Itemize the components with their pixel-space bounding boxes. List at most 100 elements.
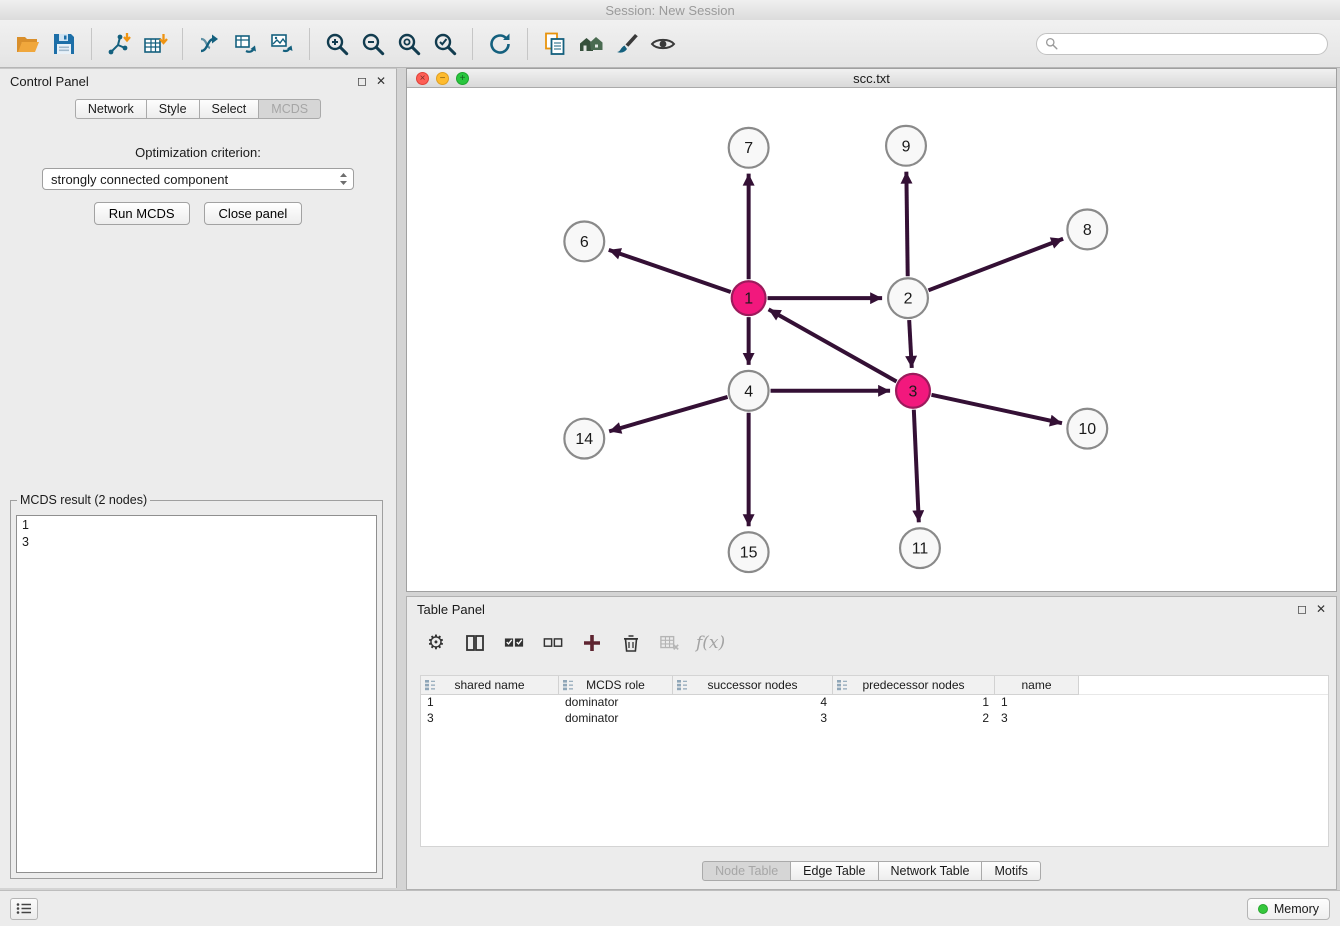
window-titlebar: Session: New Session (0, 0, 1340, 20)
column-header-shared-name[interactable]: shared name (421, 676, 559, 695)
column-header-name[interactable]: name (995, 676, 1079, 695)
graph-node-6[interactable]: 6 (564, 221, 604, 261)
float-panel-icon[interactable]: ◻ (357, 75, 367, 87)
table-header-filler (1079, 676, 1328, 695)
table-cell[interactable]: 4 (673, 695, 833, 711)
toolbar-separator (472, 28, 473, 60)
control-panel-tabs: Network Style Select MCDS (0, 99, 396, 119)
deselect-all-icon[interactable] (540, 630, 566, 656)
toolbar-separator (182, 28, 183, 60)
graph-node-7[interactable]: 7 (729, 128, 769, 168)
window-zoom-icon[interactable]: + (456, 72, 469, 85)
tab-mcds[interactable]: MCDS (258, 99, 321, 119)
close-table-panel-icon[interactable]: ✕ (1316, 603, 1326, 615)
column-header-mcds-role[interactable]: MCDS role (559, 676, 673, 695)
table-row[interactable]: 3dominator323 (421, 711, 1328, 727)
control-panel: Control Panel ◻ ✕ Network Style Select M… (0, 68, 397, 888)
copy-document-icon[interactable] (537, 25, 573, 63)
table-panel: Table Panel ◻ ✕ ⚙ f(x) shar (406, 596, 1337, 890)
graph-edge-4-14[interactable] (609, 397, 727, 431)
tab-style[interactable]: Style (146, 99, 200, 119)
refresh-icon[interactable] (482, 25, 518, 63)
apply-style-icon[interactable] (609, 25, 645, 63)
new-network-from-selection-icon[interactable] (192, 25, 228, 63)
delete-column-icon[interactable] (657, 630, 683, 656)
home-icon[interactable] (573, 25, 609, 63)
save-session-icon[interactable] (46, 25, 82, 63)
column-type-icon (424, 679, 436, 691)
memory-button[interactable]: Memory (1247, 898, 1330, 920)
table-cell[interactable]: 1 (833, 695, 995, 711)
tab-select[interactable]: Select (199, 99, 260, 119)
tab-network[interactable]: Network (75, 99, 147, 119)
add-row-icon[interactable] (579, 630, 605, 656)
network-canvas[interactable]: 7 9 6 8 1 2 4 3 14 10 15 11 (407, 89, 1336, 591)
export-table-icon[interactable] (228, 25, 264, 63)
graph-edge-3-10[interactable] (931, 395, 1062, 423)
import-network-icon[interactable] (101, 25, 137, 63)
graph-node-2[interactable]: 2 (888, 278, 928, 318)
function-builder-icon[interactable]: f(x) (696, 630, 725, 656)
table-cell[interactable]: 3 (673, 711, 833, 727)
column-header-predecessor-nodes[interactable]: predecessor nodes (833, 676, 995, 695)
tab-network-table[interactable]: Network Table (878, 861, 983, 881)
close-panel-button[interactable]: Close panel (204, 202, 303, 225)
table-cell[interactable]: 1 (421, 695, 559, 711)
graph-node-8[interactable]: 8 (1067, 210, 1107, 250)
table-cell[interactable]: 2 (833, 711, 995, 727)
graph-node-4[interactable]: 4 (729, 371, 769, 411)
column-type-icon (836, 679, 848, 691)
search-field[interactable] (1036, 33, 1328, 55)
table-cell[interactable]: dominator (559, 711, 673, 727)
graph-edge-1-6[interactable] (609, 250, 731, 292)
tab-node-table[interactable]: Node Table (702, 861, 791, 881)
toolbar-separator (91, 28, 92, 60)
zoom-fit-icon[interactable] (391, 25, 427, 63)
export-image-icon[interactable] (264, 25, 300, 63)
graph-edge-3-1[interactable] (769, 309, 897, 381)
select-all-icon[interactable] (501, 630, 527, 656)
graph-edge-2-3[interactable] (909, 320, 912, 368)
search-input[interactable] (1063, 37, 1319, 51)
criterion-dropdown[interactable]: strongly connected component (42, 168, 354, 190)
graph-edge-2-9[interactable] (906, 172, 907, 277)
graph-node-10[interactable]: 10 (1067, 409, 1107, 449)
import-table-icon[interactable] (137, 25, 173, 63)
dropdown-arrows-icon (338, 171, 349, 187)
graph-edge-3-11[interactable] (914, 410, 919, 523)
tab-motifs[interactable]: Motifs (981, 861, 1040, 881)
eye-icon[interactable] (645, 25, 681, 63)
table-cell[interactable]: 3 (421, 711, 559, 727)
zoom-selected-icon[interactable] (427, 25, 463, 63)
graph-node-9[interactable]: 9 (886, 126, 926, 166)
show-columns-icon[interactable] (462, 630, 488, 656)
graph-node-15[interactable]: 15 (729, 532, 769, 572)
svg-text:1: 1 (744, 291, 753, 308)
float-table-panel-icon[interactable]: ◻ (1297, 603, 1307, 615)
window-close-icon[interactable]: × (416, 72, 429, 85)
window-minimize-icon[interactable]: − (436, 72, 449, 85)
table-cell[interactable]: dominator (559, 695, 673, 711)
delete-row-icon[interactable] (618, 630, 644, 656)
graph-node-11[interactable]: 11 (900, 528, 940, 568)
svg-text:14: 14 (575, 431, 593, 448)
table-row[interactable]: 1dominator411 (421, 695, 1328, 711)
network-window-title: scc.txt (853, 71, 890, 86)
column-header-successor-nodes[interactable]: successor nodes (673, 676, 833, 695)
task-history-button[interactable] (10, 898, 38, 920)
graph-node-3[interactable]: 3 (896, 374, 930, 408)
graph-node-1[interactable]: 1 (732, 281, 766, 315)
table-settings-icon[interactable]: ⚙ (423, 630, 449, 656)
graph-edge-2-8[interactable] (928, 239, 1063, 291)
close-panel-icon[interactable]: ✕ (376, 75, 386, 87)
table-cell[interactable]: 1 (995, 695, 1079, 711)
open-session-icon[interactable] (10, 25, 46, 63)
control-panel-header: Control Panel ◻ ✕ (0, 69, 396, 93)
run-mcds-button[interactable]: Run MCDS (94, 202, 190, 225)
graph-node-14[interactable]: 14 (564, 419, 604, 459)
zoom-in-icon[interactable] (319, 25, 355, 63)
tab-edge-table[interactable]: Edge Table (790, 861, 878, 881)
status-bar: Memory (0, 890, 1340, 926)
zoom-out-icon[interactable] (355, 25, 391, 63)
table-cell[interactable]: 3 (995, 711, 1079, 727)
